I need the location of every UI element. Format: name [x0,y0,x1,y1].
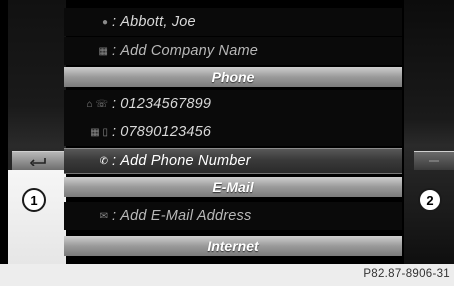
list-item-phone-mobile[interactable]: ▦ ▯ : 07890123456 [64,118,402,146]
business-mobile-icon: ▦ ▯ [90,126,108,138]
email-icon: ✉ [99,210,108,222]
left-panel-lower [8,170,66,264]
section-header-phone: Phone [64,67,402,87]
email-header-label: E-Mail [212,179,254,195]
right-side-panel [404,0,454,264]
figure-footer: P82.87-8906-31 [0,264,454,286]
figure-reference: P82.87-8906-31 [363,268,450,280]
contact-detail-list: ● : Abbott, Joe ▦ : Add Company Name Pho… [64,0,402,264]
building-icon: ▦ [98,45,108,57]
separator: : [112,124,117,140]
home-phone-icon: ⌂ ☏ [86,98,108,110]
right-panel-button[interactable] [414,151,454,170]
separator: : [112,153,117,169]
separator: : [112,14,117,30]
phone-header-label: Phone [211,69,255,85]
list-item-company[interactable]: ▦ : Add Company Name [64,37,402,65]
section-header-email: E-Mail [64,177,402,197]
arrow-right-icon [429,160,439,162]
left-side-panel [8,0,66,264]
list-item-name[interactable]: ● : Abbott, Joe [64,8,402,36]
phone-number-1: 01234567899 [120,96,212,112]
separator: : [112,43,117,59]
separator: : [112,208,117,224]
callout-1: 1 [22,188,46,212]
add-company-label: Add Company Name [120,43,259,59]
callout-2: 2 [418,188,442,212]
list-item-phone-home[interactable]: ⌂ ☏ : 01234567899 [64,90,402,118]
back-button[interactable] [12,151,64,170]
contact-detail-screen: ● : Abbott, Joe ▦ : Add Company Name Pho… [0,0,454,264]
list-item-add-email[interactable]: ✉ : Add E-Mail Address [64,202,402,230]
person-icon: ● [101,16,108,28]
section-header-internet: Internet [64,236,402,256]
separator: : [112,96,117,112]
phone-number-2: 07890123456 [120,124,212,140]
add-email-label: Add E-Mail Address [120,208,252,224]
back-arrow-icon [29,158,46,166]
internet-header-label: Internet [207,238,259,254]
list-item-add-phone[interactable]: ✆ : Add Phone Number [64,148,402,174]
contact-name: Abbott, Joe [120,14,196,30]
phone-handset-icon: ✆ [99,155,108,167]
add-phone-label: Add Phone Number [120,153,251,169]
